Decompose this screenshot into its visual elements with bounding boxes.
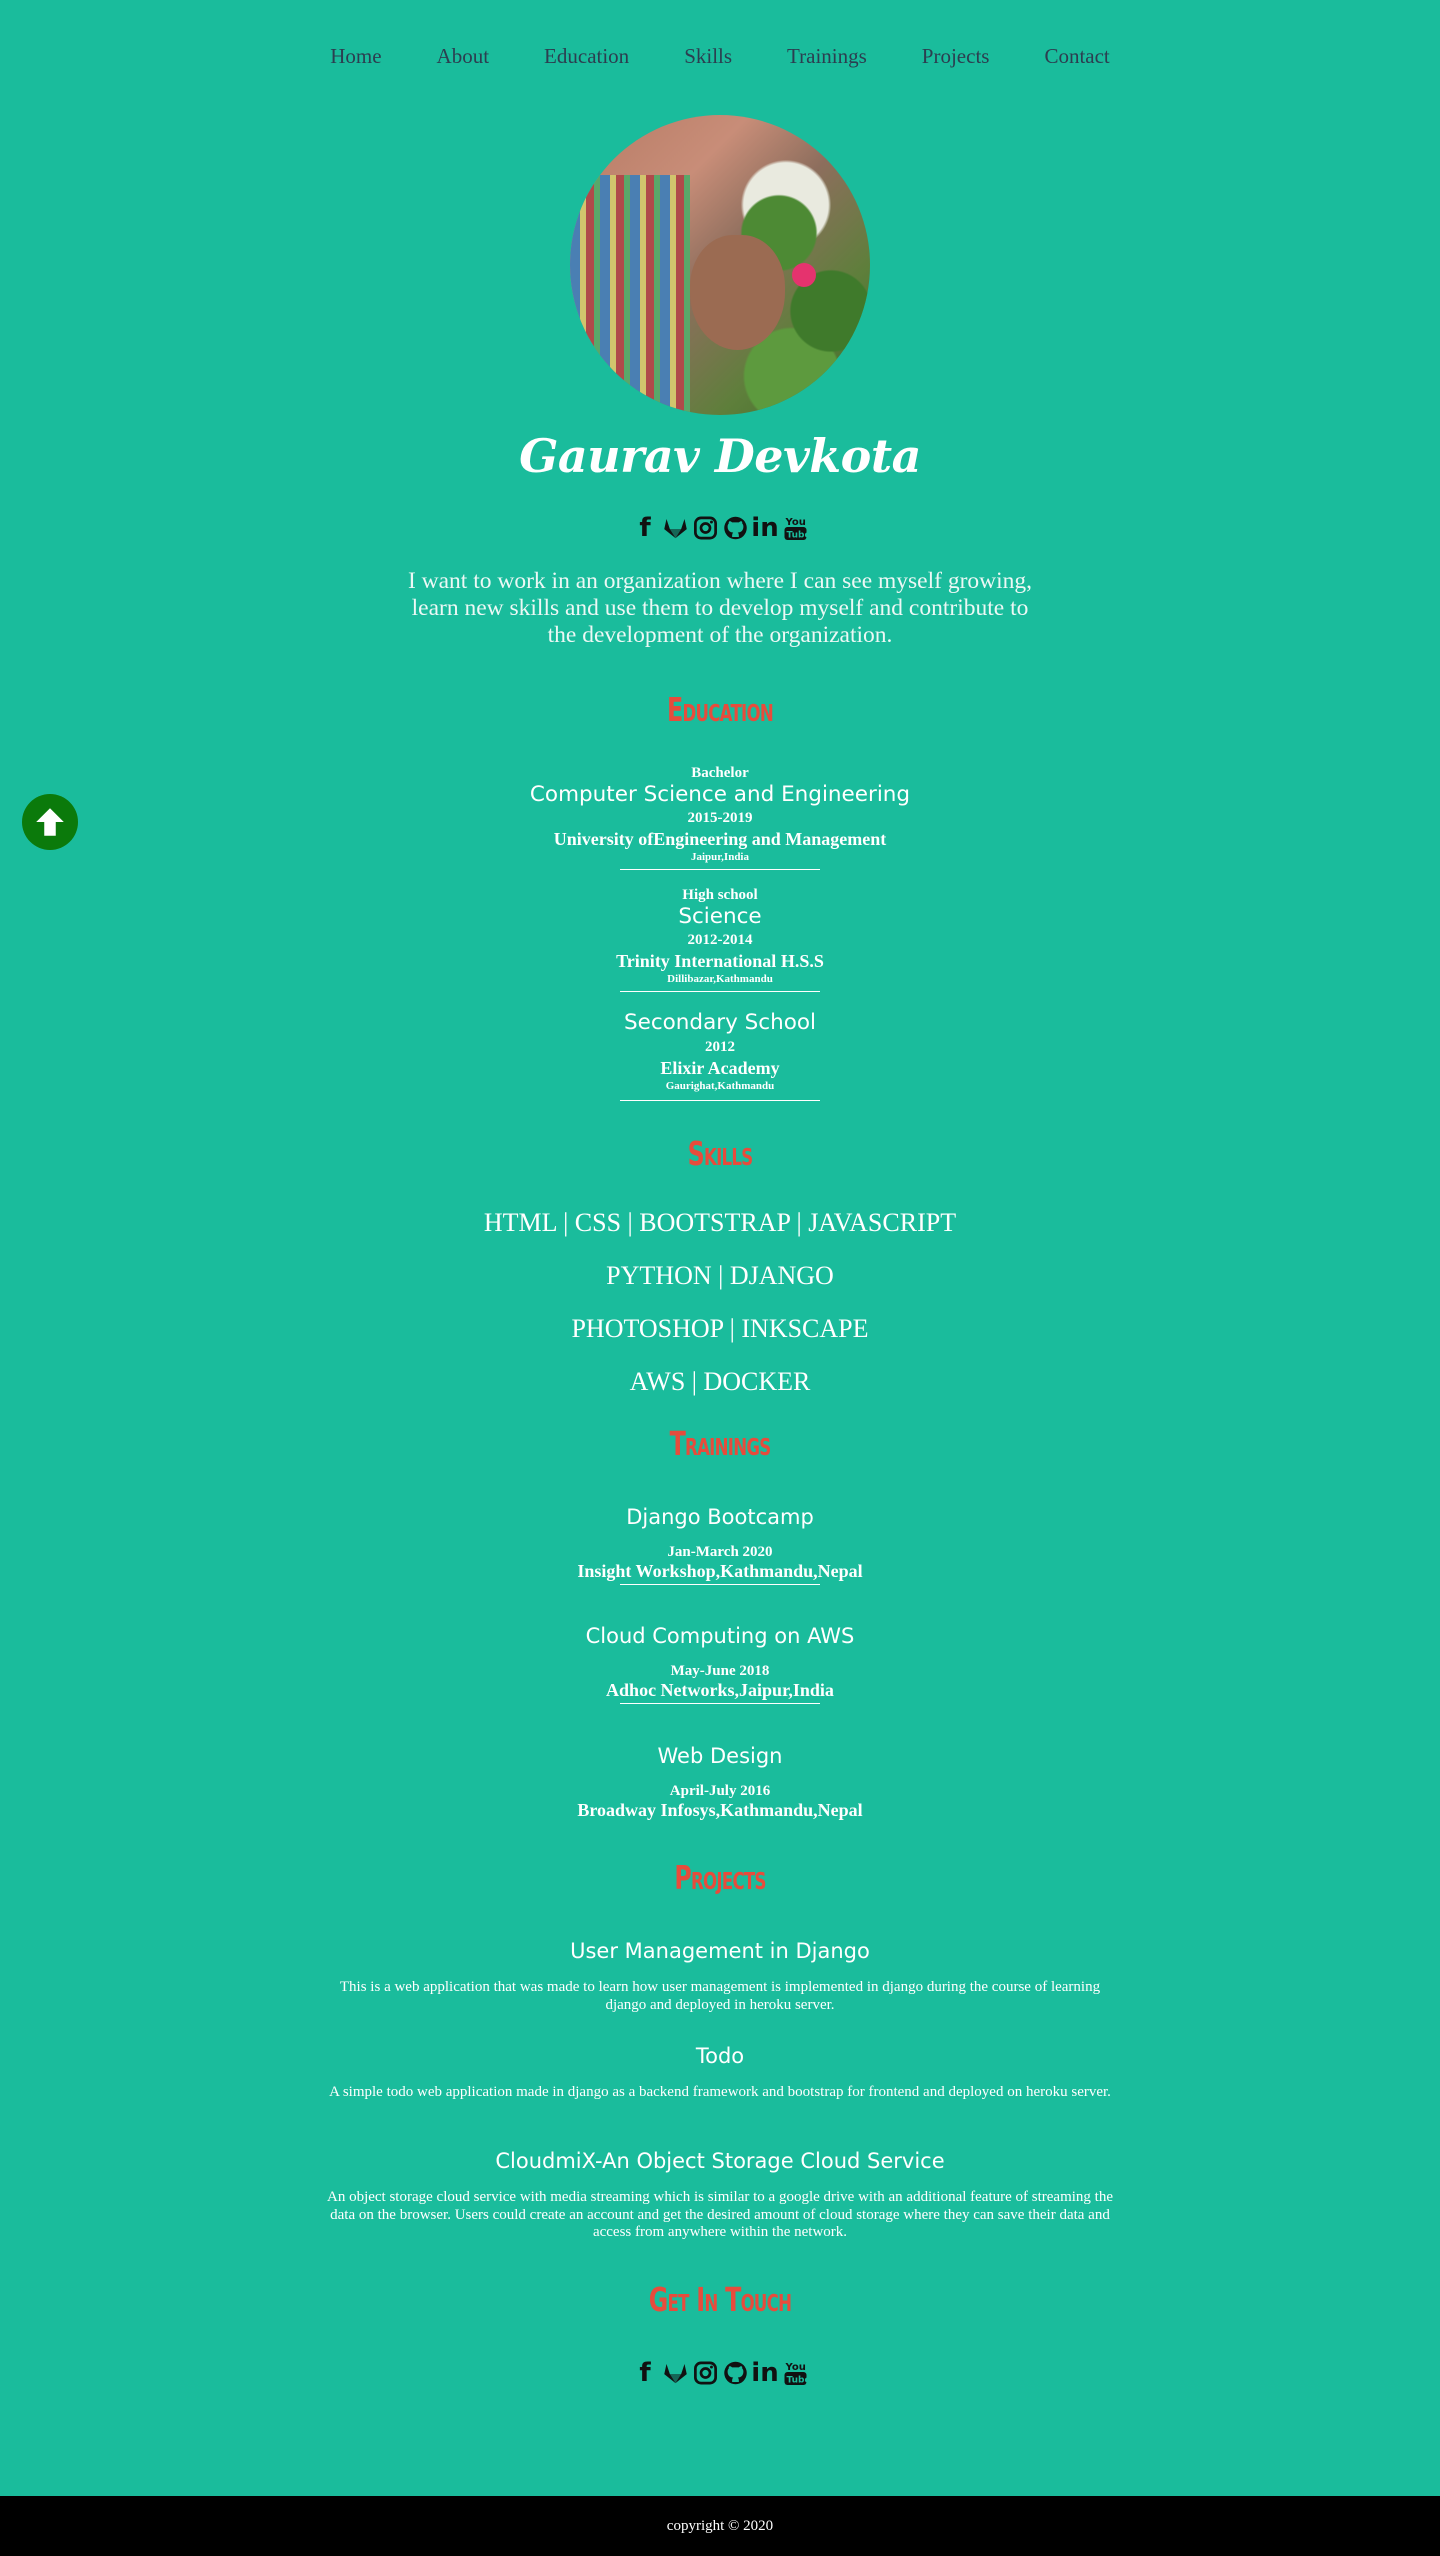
- project-item: Todo A simple todo web application made …: [0, 2041, 1440, 2102]
- svg-text:You: You: [784, 2362, 805, 2373]
- social-links-top: f in You Tube: [0, 513, 1440, 547]
- nav-trainings[interactable]: Trainings: [760, 44, 895, 69]
- project-name: Todo: [695, 2044, 745, 2068]
- projects-title: Projects: [674, 1858, 766, 1897]
- training-item: Web Design April-July 2016 Broadway Info…: [0, 1741, 1440, 1821]
- training-place: Adhoc Networks,Jaipur,India: [606, 1680, 834, 1700]
- nav-education[interactable]: Education: [517, 44, 657, 69]
- youtube-icon[interactable]: You Tube: [782, 2358, 809, 2388]
- training-item: Django Bootcamp Jan-March 2020 Insight W…: [0, 1502, 1440, 1585]
- facebook-icon[interactable]: f: [632, 2358, 659, 2388]
- skill-row: PHOTOSHOP | INKSCAPE: [571, 1314, 869, 1343]
- education-item: Bachelor Computer Science and Engineerin…: [0, 762, 1440, 870]
- linkedin-icon[interactable]: in: [751, 2358, 778, 2388]
- project-description: An object storage cloud service with med…: [326, 2189, 1114, 2240]
- social-links-bottom: f in You Tube: [0, 2358, 1440, 2392]
- edu-institution: University ofEngineering and Management: [553, 829, 887, 849]
- project-item: User Management in Django This is a web …: [0, 1936, 1440, 2014]
- education-item: Secondary School 2012 Elixir Academy Gau…: [0, 1010, 1440, 1101]
- svg-text:You: You: [784, 517, 805, 528]
- top-navbar: Home About Education Skills Trainings Pr…: [0, 0, 1440, 112]
- training-place: Broadway Infosys,Kathmandu,Nepal: [577, 1800, 863, 1820]
- edu-years: 2012-2014: [687, 932, 753, 948]
- education-item: High school Science 2012-2014 Trinity In…: [0, 884, 1440, 992]
- divider: [620, 1584, 820, 1585]
- gitlab-icon[interactable]: [662, 513, 689, 543]
- training-place: Insight Workshop,Kathmandu,Nepal: [577, 1561, 863, 1581]
- photo-face: [690, 235, 785, 350]
- profile-name: Gaurav Devkota: [519, 429, 921, 483]
- nav-home[interactable]: Home: [303, 44, 409, 69]
- copyright-text: copyright © 2020: [666, 2517, 774, 2534]
- skills-section: Skills: [0, 1134, 1440, 1173]
- photo-tika: [792, 263, 816, 287]
- footer: copyright © 2020: [0, 2496, 1440, 2556]
- facebook-icon[interactable]: f: [632, 513, 659, 543]
- svg-text:Tube: Tube: [786, 2376, 809, 2386]
- github-icon[interactable]: [722, 513, 749, 543]
- edu-institution: Trinity International H.S.S: [616, 951, 824, 971]
- trainings-section: Trainings: [0, 1424, 1440, 1463]
- svg-text:Tube: Tube: [786, 531, 809, 541]
- skill-row: PYTHON | DJANGO: [606, 1261, 834, 1290]
- divider: [620, 1703, 820, 1704]
- nav-list: Home About Education Skills Trainings Pr…: [303, 44, 1138, 69]
- edu-location: Gaurighat,Kathmandu: [665, 1080, 775, 1092]
- nav-about[interactable]: About: [409, 44, 517, 69]
- page: Home About Education Skills Trainings Pr…: [0, 0, 1440, 2556]
- photo-shirt: [570, 175, 690, 415]
- projects-section: Projects: [0, 1858, 1440, 1897]
- edu-location: Dillibazar,Kathmandu: [667, 973, 773, 985]
- divider: [620, 1100, 820, 1101]
- edu-level: Bachelor: [691, 765, 749, 781]
- skills-title: Skills: [687, 1134, 754, 1173]
- nav-projects[interactable]: Projects: [894, 44, 1017, 69]
- project-item: CloudmiX-An Object Storage Cloud Service…: [0, 2146, 1440, 2242]
- instagram-icon[interactable]: [692, 513, 719, 543]
- edu-level: High school: [682, 887, 758, 903]
- instagram-icon[interactable]: [692, 2358, 719, 2388]
- training-name: Web Design: [657, 1744, 783, 1768]
- training-name: Cloud Computing on AWS: [585, 1624, 855, 1648]
- linkedin-icon[interactable]: in: [751, 513, 778, 543]
- education-section: Education: [0, 690, 1440, 729]
- project-name: User Management in Django: [570, 1939, 870, 1963]
- divider: [620, 869, 820, 870]
- edu-field: Computer Science and Engineering: [529, 782, 911, 807]
- training-name: Django Bootcamp: [626, 1505, 814, 1529]
- youtube-icon[interactable]: You Tube: [782, 513, 809, 543]
- training-item: Cloud Computing on AWS May-June 2018 Adh…: [0, 1621, 1440, 1704]
- career-objective: I want to work in an organization where …: [407, 568, 1033, 648]
- project-description: This is a web application that was made …: [339, 1979, 1101, 2013]
- contact-section: Get In Touch: [0, 2280, 1440, 2319]
- training-date: Jan-March 2020: [667, 1544, 773, 1560]
- training-date: May-June 2018: [670, 1663, 770, 1679]
- social-links: f in You Tube: [0, 2358, 1440, 2392]
- gitlab-icon[interactable]: [662, 2358, 689, 2388]
- skill-row: HTML | CSS | BOOTSTRAP | JAVASCRIPT: [483, 1208, 957, 1237]
- github-icon[interactable]: [722, 2358, 749, 2388]
- education-title: Education: [666, 690, 774, 729]
- training-date: April-July 2016: [669, 1783, 771, 1799]
- profile-photo: [570, 115, 870, 415]
- skill-row: AWS | DOCKER: [629, 1367, 811, 1396]
- trainings-title: Trainings: [669, 1424, 772, 1463]
- nav-contact[interactable]: Contact: [1017, 44, 1137, 69]
- divider: [620, 991, 820, 992]
- project-name: CloudmiX-An Object Storage Cloud Service: [495, 2149, 945, 2173]
- edu-years: 2012: [705, 1039, 735, 1055]
- contact-title: Get In Touch: [648, 2280, 792, 2319]
- nav-skills[interactable]: Skills: [657, 44, 760, 69]
- project-description: A simple todo web application made in dj…: [329, 2084, 1111, 2100]
- edu-field: Secondary School: [623, 1010, 817, 1035]
- edu-years: 2015-2019: [687, 810, 753, 826]
- edu-field: Science: [678, 904, 762, 929]
- edu-location: Jaipur,India: [691, 851, 749, 863]
- edu-institution: Elixir Academy: [660, 1058, 780, 1078]
